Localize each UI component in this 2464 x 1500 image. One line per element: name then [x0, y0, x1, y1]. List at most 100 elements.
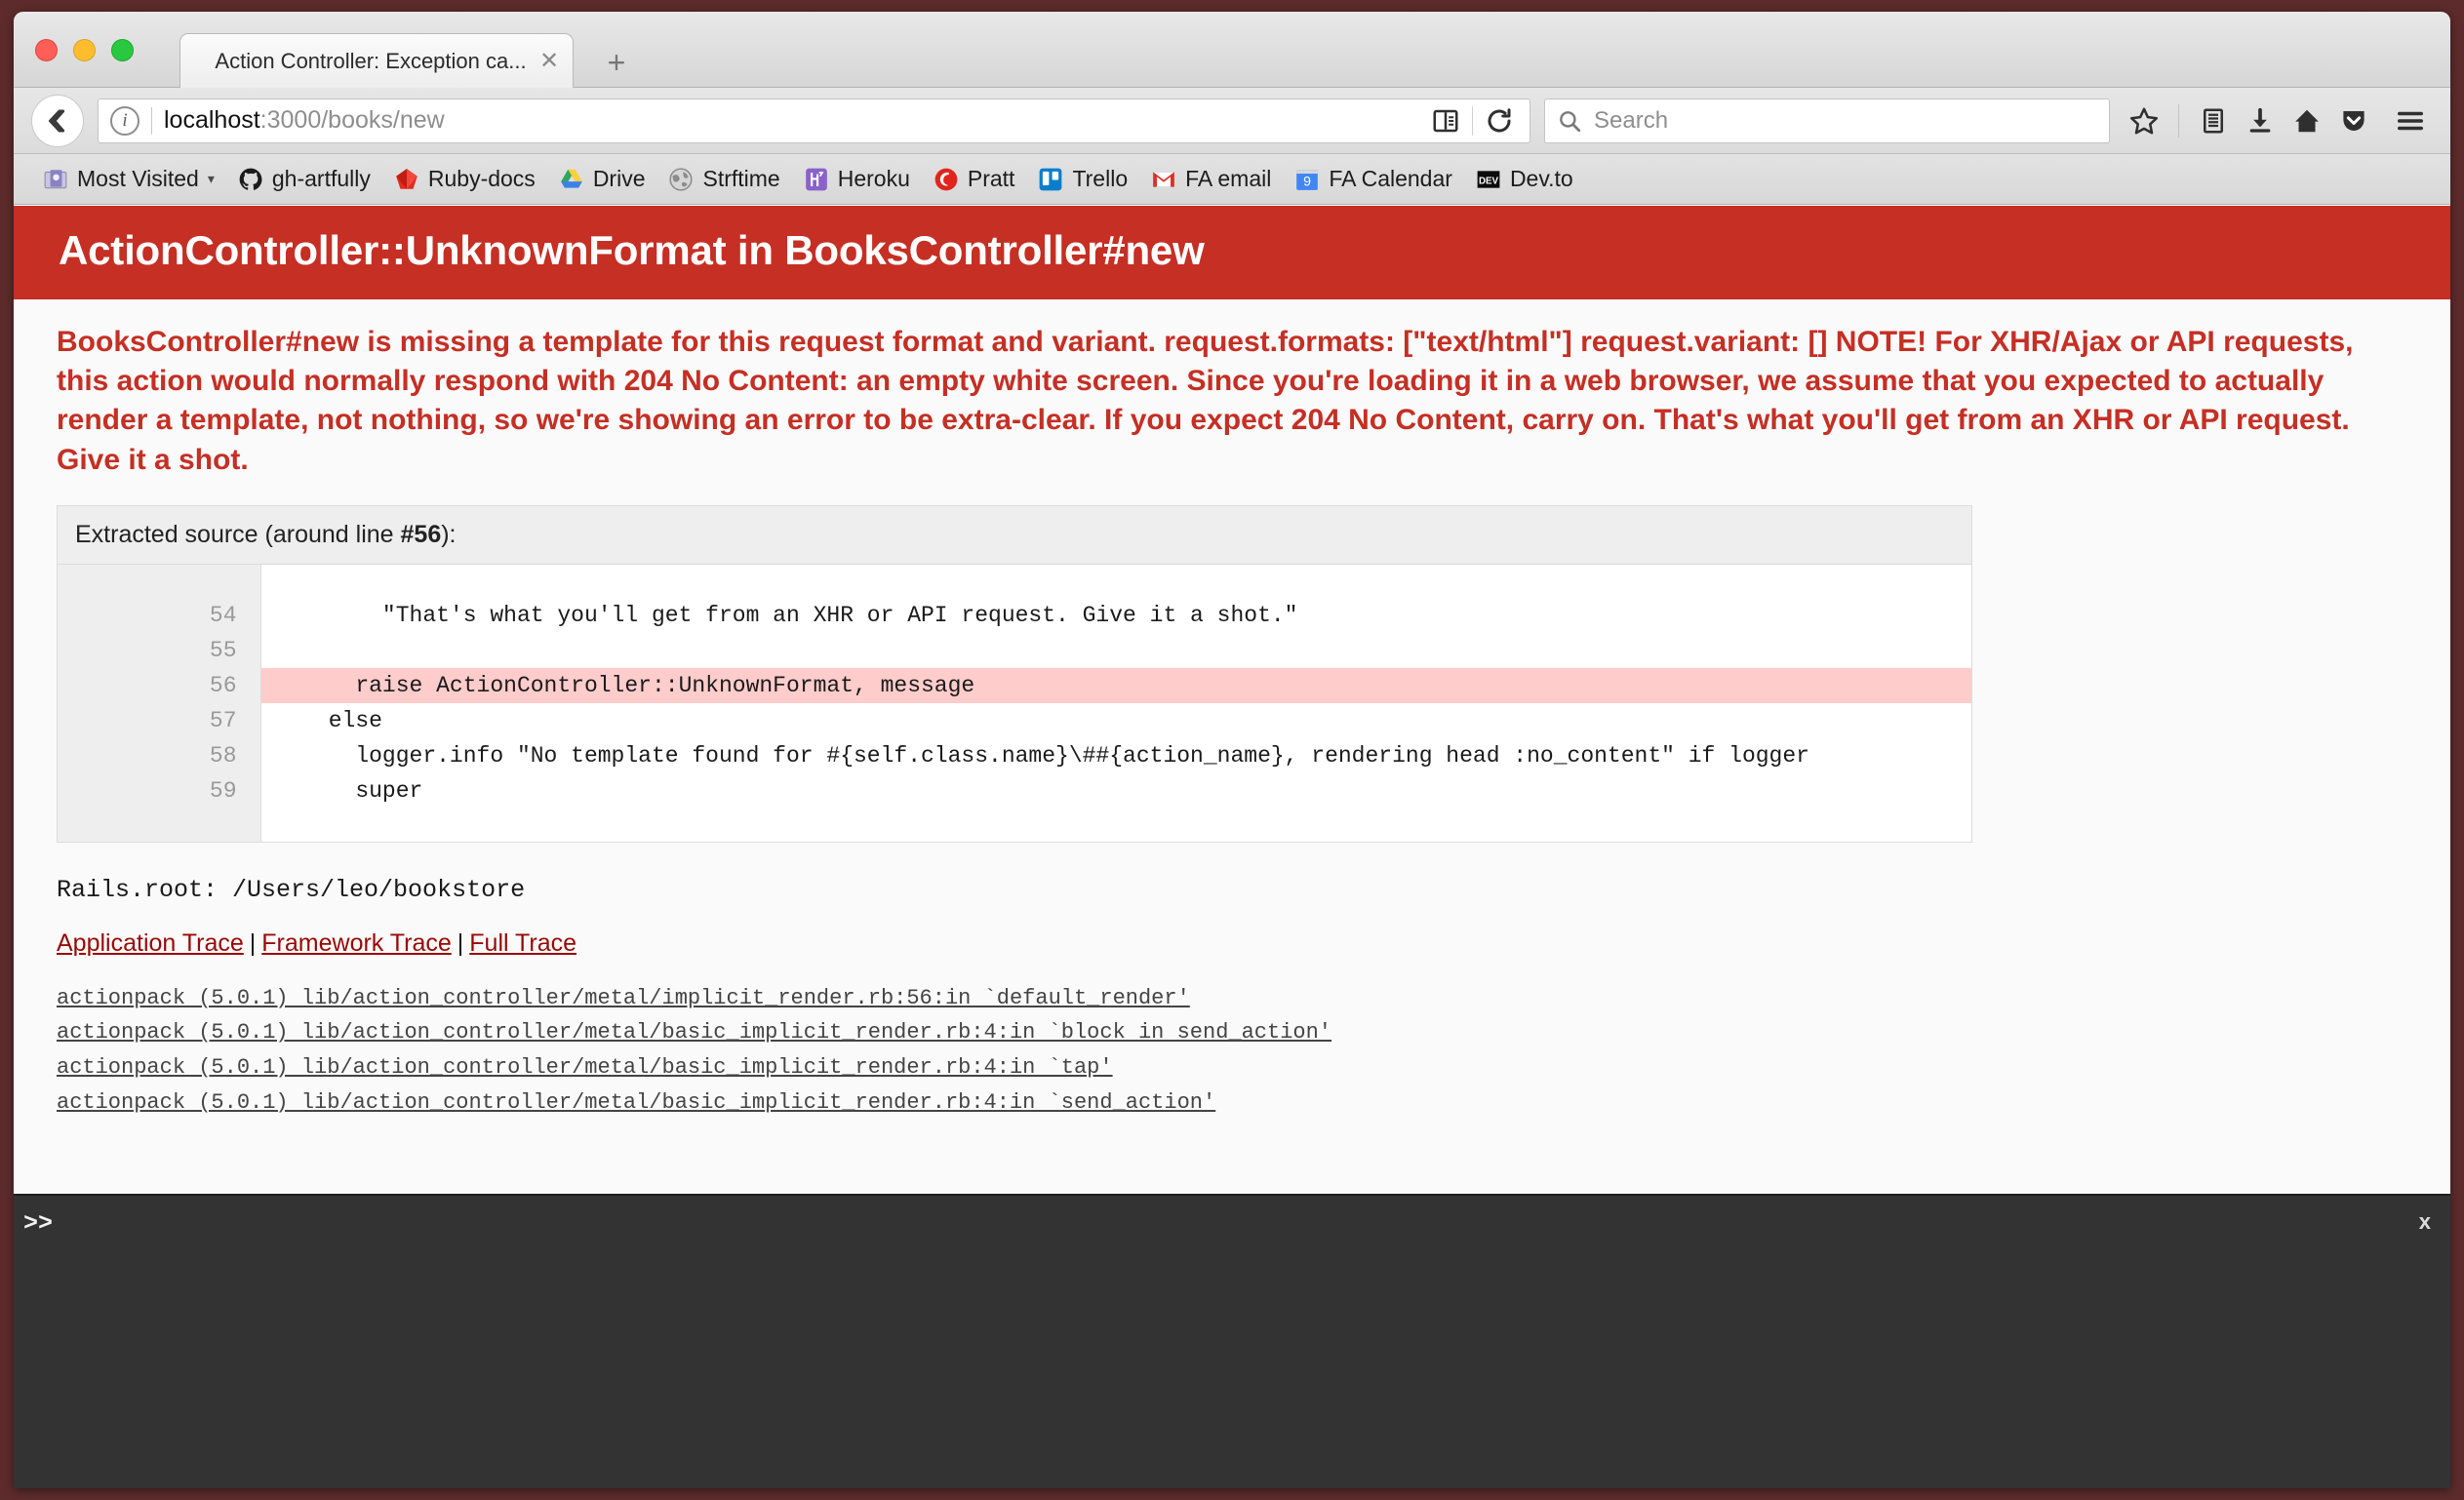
urlbar-icon-divider: [1472, 105, 1473, 136]
trace-line: actionpack (5.0.1) lib/action_controller…: [57, 985, 1190, 1010]
home-icon[interactable]: [2285, 99, 2329, 143]
bookmarks-bar: Most Visited ▾ gh-artfully Ruby-docs Dri…: [14, 154, 2450, 205]
devto-icon: DEV: [1476, 167, 1501, 192]
console-close-button[interactable]: x: [2419, 1209, 2431, 1235]
bookmark-label: gh-artfully: [271, 166, 371, 191]
bookmark-most-visited[interactable]: Most Visited ▾: [31, 160, 226, 199]
bookmark-devto[interactable]: DEV Dev.to: [1464, 160, 1585, 199]
bookmark-label: Ruby-docs: [427, 166, 536, 191]
bookmark-fa-email[interactable]: FA email: [1139, 160, 1283, 199]
bookmark-label: Most Visited: [77, 166, 199, 191]
code-line: super: [274, 777, 423, 804]
bookmark-gh-artfully[interactable]: gh-artfully: [226, 160, 382, 199]
window-maximize-button[interactable]: [111, 39, 134, 61]
url-host: localhost: [164, 106, 260, 134]
bookmark-strftime[interactable]: Strftime: [656, 160, 791, 199]
code-line-highlighted: raise ActionController::UnknownFormat, m…: [260, 667, 1971, 703]
full-trace-link[interactable]: Full Trace: [469, 929, 576, 957]
line-number: 57: [209, 707, 237, 733]
tab-close-icon[interactable]: ✕: [534, 50, 573, 73]
search-input[interactable]: Search: [1594, 107, 1668, 135]
bookmark-label: Strftime: [702, 166, 780, 191]
line-number: 56: [209, 672, 237, 698]
hamburger-menu-icon[interactable]: [2388, 99, 2433, 143]
url-text: localhost:3000/books/new: [164, 106, 445, 135]
identity-info-icon[interactable]: i: [110, 105, 139, 136]
tab-title: Action Controller: Exception ca...: [215, 49, 527, 73]
line-number: 55: [209, 637, 237, 663]
source-code-table: 54 55 56 57 58 59 "That's what you'll ge…: [58, 564, 1972, 842]
console-prompt[interactable]: >>: [14, 1196, 2450, 1238]
bookmark-ruby-docs[interactable]: Ruby-docs: [382, 160, 547, 199]
bookmark-label: FA Calendar: [1329, 166, 1452, 191]
error-message: BooksController#new is missing a templat…: [57, 326, 2354, 476]
folder-star-icon: [43, 167, 68, 192]
line-number: 54: [209, 602, 237, 628]
new-tab-button[interactable]: +: [597, 45, 636, 84]
line-number: 59: [209, 777, 237, 804]
bookmark-fa-calendar[interactable]: 9 FA Calendar: [1283, 160, 1464, 199]
source-header-line: #56: [400, 520, 442, 548]
code-line: else: [274, 707, 382, 733]
urlbar-actions: [1423, 99, 1524, 143]
search-bar[interactable]: Search: [1544, 98, 2110, 143]
back-arrow-icon: [49, 109, 65, 132]
trace-line: actionpack (5.0.1) lib/action_controller…: [57, 1089, 1216, 1115]
extracted-source-section: Extracted source (around line #56): 54 5…: [14, 484, 2450, 843]
back-button[interactable]: [31, 94, 84, 147]
svg-text:9: 9: [1303, 173, 1311, 188]
trace-line: actionpack (5.0.1) lib/action_controller…: [57, 1055, 1113, 1080]
extracted-source-box: Extracted source (around line #56): 54 5…: [57, 504, 1972, 843]
error-header: ActionController::UnknownFormat in Books…: [14, 206, 2450, 299]
trello-icon: [1038, 167, 1063, 192]
heroku-icon: [804, 167, 829, 192]
bookmark-star-icon[interactable]: [2122, 99, 2166, 143]
page-title: ActionController::UnknownFormat in Books…: [59, 227, 1205, 273]
navigation-toolbar: i localhost:3000/books/new Search: [14, 88, 2450, 154]
pocket-icon[interactable]: [2331, 99, 2376, 143]
bookmark-label: Dev.to: [1509, 166, 1573, 191]
code-top-pad: [261, 565, 1972, 598]
trace-separator: |: [249, 928, 257, 957]
tab-strip: Action Controller: Exception ca... ✕ +: [14, 12, 2450, 89]
reader-mode-icon[interactable]: [1423, 99, 1468, 143]
bookmark-drive[interactable]: Drive: [547, 160, 657, 199]
pratt-icon: [934, 167, 959, 192]
google-calendar-icon: 9: [1294, 167, 1320, 192]
gutter-top-pad: [58, 565, 260, 598]
rails-root: Rails.root: /Users/leo/bookstore: [57, 875, 526, 904]
toolbar-divider: [2178, 103, 2179, 138]
framework-trace-link[interactable]: Framework Trace: [261, 929, 451, 957]
bookmark-trello[interactable]: Trello: [1026, 160, 1139, 199]
bookmark-heroku[interactable]: Heroku: [792, 160, 922, 199]
url-path: :3000/books/new: [259, 106, 445, 134]
svg-text:DEV: DEV: [1479, 176, 1499, 186]
line-number: 58: [209, 742, 237, 769]
chevron-down-icon[interactable]: ▾: [208, 171, 215, 187]
application-trace-link[interactable]: Application Trace: [57, 929, 244, 957]
bookmark-label: Pratt: [967, 166, 1015, 191]
window-traffic-lights: [35, 39, 134, 61]
github-icon: [238, 167, 263, 192]
gutter-bottom-pad: [58, 809, 260, 842]
library-icon[interactable]: [2191, 99, 2236, 143]
trace-separator: |: [457, 928, 464, 957]
web-console[interactable]: >> x: [14, 1194, 2450, 1488]
source-code-column: "That's what you'll get from an XHR or A…: [260, 564, 1972, 842]
line-number-gutter: 54 55 56 57 58 59: [58, 564, 261, 842]
bookmark-pratt[interactable]: Pratt: [922, 160, 1027, 199]
url-bar[interactable]: i localhost:3000/books/new: [98, 98, 1530, 143]
browser-tab[interactable]: Action Controller: Exception ca... ✕: [179, 33, 574, 89]
downloads-icon[interactable]: [2238, 99, 2283, 143]
reload-icon[interactable]: [1477, 99, 1522, 143]
window-minimize-button[interactable]: [73, 39, 96, 61]
trace-line: actionpack (5.0.1) lib/action_controller…: [57, 1020, 1332, 1046]
bookmark-label: Trello: [1072, 166, 1129, 191]
window-close-button[interactable]: [35, 39, 58, 61]
page-content: ActionController::UnknownFormat in Books…: [14, 206, 2450, 1488]
globe-icon: [668, 167, 694, 192]
source-header-suffix: ):: [441, 520, 457, 548]
url-divider: [151, 106, 152, 135]
ruby-icon: [394, 167, 419, 192]
